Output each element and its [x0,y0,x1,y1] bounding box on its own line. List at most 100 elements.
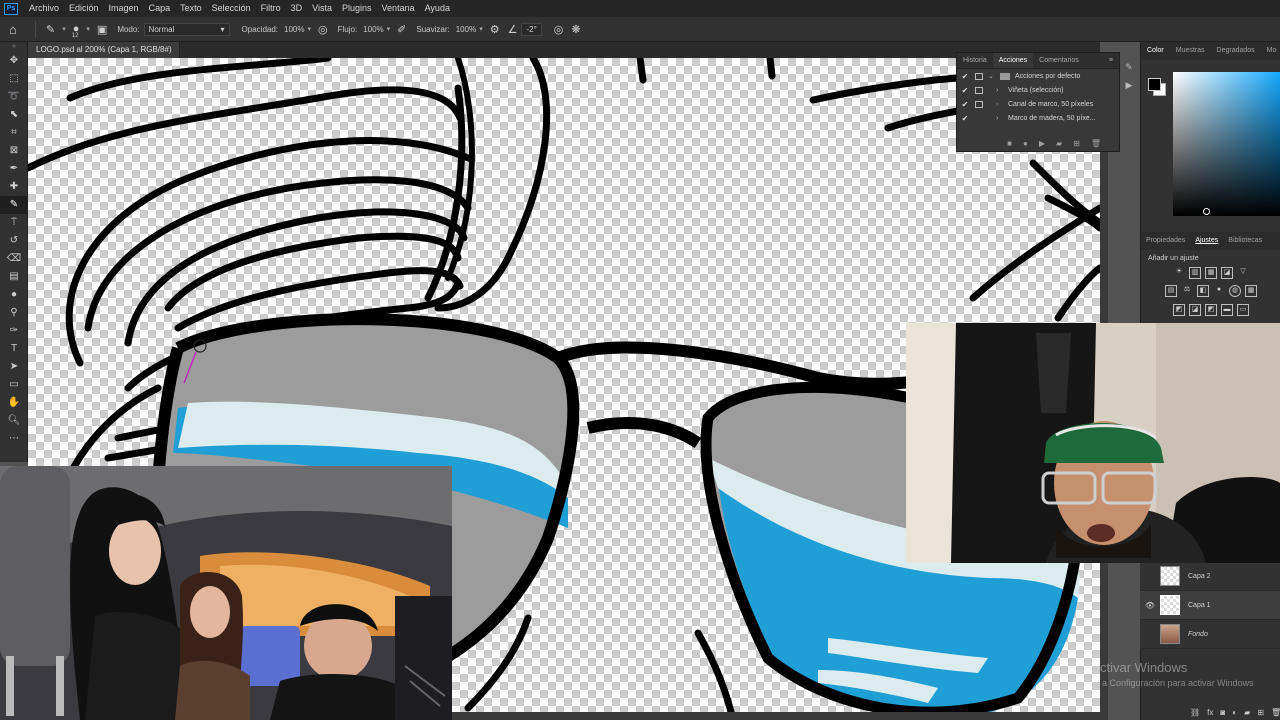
layer-row[interactable]: 👁︎ Capa 1 [1140,591,1280,620]
tab-ajustes[interactable]: Ajustes [1190,232,1223,250]
blur-tool-icon[interactable]: ● [0,286,28,304]
chevron-down-icon[interactable]: ▾ [387,25,391,33]
angle-input[interactable]: -2° [521,22,542,36]
layer-row[interactable]: Fondo [1140,620,1280,649]
menu-vista[interactable]: Vista [307,0,337,17]
mode-select[interactable]: Normal ▾ [143,22,230,36]
exposure-icon[interactable]: ◪ [1221,267,1233,279]
pressure-opacity-icon[interactable]: ◎ [318,23,328,36]
tab-propiedades[interactable]: Propiedades [1141,232,1190,250]
actions-dock-icon[interactable]: ▶ [1118,76,1140,94]
menu-capa[interactable]: Capa [144,0,176,17]
check-icon[interactable]: ✔ [959,86,971,95]
adjustment-layer-icon[interactable]: ◐ [1232,708,1237,717]
new-layer-icon[interactable]: ⊞ [1257,708,1264,717]
hue-saturation-icon[interactable]: ▤ [1165,285,1177,297]
healing-brush-tool-icon[interactable]: ✚ [0,178,28,196]
type-tool-icon[interactable]: T [0,340,28,358]
chevron-right-icon[interactable]: › [996,115,1004,122]
clone-stamp-tool-icon[interactable]: ⍑ [0,214,28,232]
path-selection-tool-icon[interactable]: ➤ [0,358,28,376]
menu-filtro[interactable]: Filtro [256,0,286,17]
stop-icon[interactable]: ■ [1007,139,1012,148]
more-tools-icon[interactable]: ⋯ [0,430,28,448]
new-set-folder-icon[interactable]: ▰ [1056,139,1062,148]
tab-muestras[interactable]: Muestras [1170,42,1211,60]
lasso-tool-icon[interactable]: ➰ [0,88,28,106]
chevron-down-icon[interactable]: ▾ [479,25,483,33]
mask-icon[interactable]: ◙ [1220,708,1225,717]
tab-comentarios[interactable]: Comentarios [1033,53,1085,68]
layer-row[interactable]: Capa 2 [1140,562,1280,591]
foreground-color-swatch[interactable] [1148,78,1161,91]
smoothing-input[interactable]: 100% [456,25,476,34]
menu-imagen[interactable]: Imagen [104,0,144,17]
canvas-horizontal-scrollbar[interactable] [452,712,1100,720]
threshold-icon[interactable]: ◩ [1205,304,1217,316]
tab-degradados[interactable]: Degradados [1211,42,1261,60]
frame-tool-icon[interactable]: ⊠ [0,142,28,160]
panel-menu-icon[interactable]: ≡ [1103,53,1119,68]
menu-edicion[interactable]: Edición [64,0,104,17]
color-lookup-icon[interactable]: ▦ [1245,285,1257,297]
tab-color[interactable]: Color [1141,42,1170,60]
brush-preset-icon[interactable]: ● 12 [72,23,80,39]
chevron-right-icon[interactable]: › [996,101,1004,108]
symmetry-icon[interactable]: ❋ [571,23,580,36]
dialog-toggle-icon[interactable] [975,86,983,94]
tab-acciones[interactable]: Acciones [992,53,1034,68]
chevron-down-icon[interactable]: ▾ [307,25,311,33]
chevron-down-icon[interactable]: ⌄ [988,72,996,80]
dialog-toggle-icon[interactable] [975,100,983,108]
photo-filter-icon[interactable]: ● [1213,285,1225,297]
dialog-toggle-icon[interactable] [975,72,983,80]
brightness-icon[interactable]: ☀ [1173,267,1185,279]
move-tool-icon[interactable]: ✥ [0,52,28,70]
new-action-icon[interactable]: ⊞ [1073,139,1080,148]
eyedropper-tool-icon[interactable]: ✒ [0,160,28,178]
trash-icon[interactable]: 🗑︎ [1091,139,1101,148]
menu-plugins[interactable]: Plugins [337,0,377,17]
vibrance-icon[interactable]: ▽ [1237,267,1249,279]
gradient-map-icon[interactable]: ▬ [1221,304,1233,316]
menu-3d[interactable]: 3D [286,0,308,17]
menu-archivo[interactable]: Archivo [24,0,64,17]
rectangle-tool-icon[interactable]: ▭ [0,376,28,394]
check-icon[interactable]: ✔ [959,100,971,109]
tab-more[interactable]: Mo [1261,42,1280,60]
quick-selection-tool-icon[interactable]: ⬉ [0,106,28,124]
tab-historia[interactable]: Historia [957,53,993,68]
brush-tool-icon[interactable]: ✎ [46,23,55,36]
chevron-right-icon[interactable]: › [996,87,1004,94]
fx-icon[interactable]: fx [1207,708,1213,717]
brush-settings-dock-icon[interactable]: ✎ [1118,58,1140,76]
home-icon[interactable]: ⌂ [9,22,29,37]
menu-seleccion[interactable]: Selección [207,0,256,17]
check-icon[interactable]: ✔ [959,114,971,123]
flow-input[interactable]: 100% [363,25,383,34]
link-layers-icon[interactable]: ⛓ [1190,708,1200,717]
gradient-tool-icon[interactable]: ▤ [0,268,28,286]
action-row[interactable]: ✔ › Canal de marco, 50 píxeles [957,97,1119,111]
trash-icon[interactable]: 🗑︎ [1271,708,1280,717]
marquee-tool-icon[interactable]: ⬚ [0,70,28,88]
hand-tool-icon[interactable]: ✋ [0,394,28,412]
chevron-down-icon[interactable]: ▾ [86,25,90,33]
levels-icon[interactable]: ▥ [1189,267,1201,279]
play-icon[interactable]: ▶ [1039,139,1045,148]
channel-mixer-icon[interactable]: ◍ [1229,285,1241,297]
eraser-tool-icon[interactable]: ⌫ [0,250,28,268]
airbrush-icon[interactable]: ✐ [397,23,406,36]
history-brush-tool-icon[interactable]: ↺ [0,232,28,250]
brush-tool-icon[interactable]: ✎ [0,196,28,214]
toolbar-collapse-icon[interactable]: » [0,42,28,52]
color-picker-field[interactable] [1173,72,1280,216]
color-balance-icon[interactable]: ⚖ [1181,285,1193,297]
menu-ventana[interactable]: Ventana [377,0,420,17]
black-white-icon[interactable]: ◧ [1197,285,1209,297]
check-icon[interactable]: ✔ [959,72,971,81]
group-folder-icon[interactable]: ▰ [1244,708,1250,717]
crop-tool-icon[interactable]: ⌗ [0,124,28,142]
angle-icon[interactable]: ∠ [508,23,518,36]
dialog-toggle-icon[interactable] [975,115,983,122]
